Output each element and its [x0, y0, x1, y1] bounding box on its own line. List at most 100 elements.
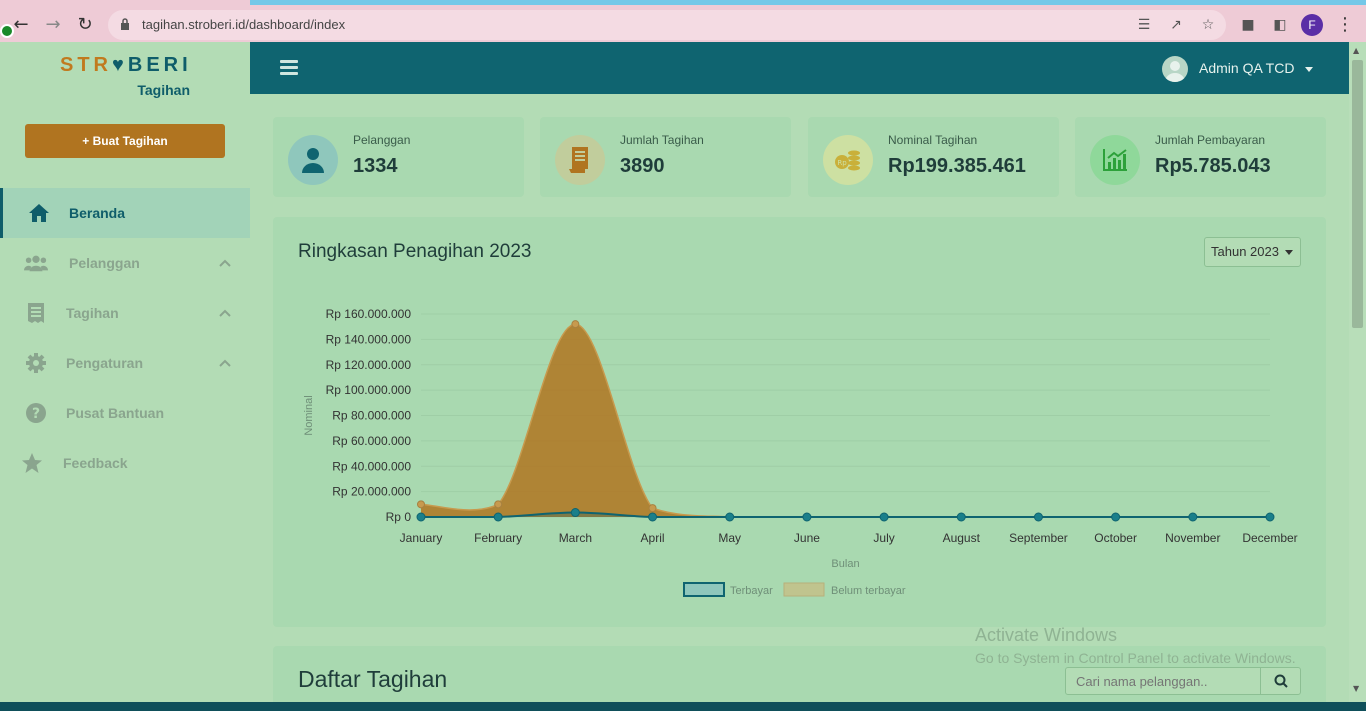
- sidebar: STR♥BERI Tagihan + Buat Tagihan Beranda …: [0, 42, 250, 711]
- series-area-belum-terbayar: [421, 324, 1270, 517]
- browser-toolbar: ← → ↻ tagihan.stroberi.id/dashboard/inde…: [0, 0, 1366, 42]
- sidebar-item-label: Pengaturan: [66, 355, 144, 371]
- windows-activation-title: Activate Windows: [975, 625, 1118, 645]
- sidebar-item-tagihan[interactable]: Tagihan: [0, 288, 250, 338]
- sidebar-item-feedback[interactable]: Feedback: [0, 438, 250, 488]
- data-point: [1188, 512, 1198, 522]
- data-point: [493, 512, 503, 522]
- y-tick-label: Rp 160.000.000: [326, 307, 412, 321]
- avatar[interactable]: [1162, 56, 1188, 82]
- page-scrollbar[interactable]: ▲ ▼: [1349, 42, 1366, 702]
- stat-value: 3890: [620, 155, 665, 177]
- x-tick-label: September: [1009, 531, 1068, 545]
- forward-icon[interactable]: →: [42, 14, 64, 36]
- sidebar-item-label: Pelanggan: [69, 255, 140, 271]
- data-point: [1111, 512, 1121, 522]
- x-tick-label: July: [873, 531, 894, 545]
- stat-card-jumlah-pembayaran: Jumlah Pembayaran Rp5.785.043: [1075, 117, 1326, 197]
- chevron-up-icon[interactable]: [218, 306, 232, 320]
- data-point: [879, 512, 889, 522]
- topbar: Admin QA TCD: [250, 42, 1349, 94]
- hamburger-menu-icon[interactable]: [280, 60, 298, 76]
- reload-icon[interactable]: ↻: [74, 14, 96, 36]
- data-point: [802, 512, 812, 522]
- data-point: [571, 320, 580, 329]
- scroll-up-icon[interactable]: ▲: [1353, 46, 1359, 55]
- billing-chart: Rp 0 Rp 20.000.000 Rp 40.000.000 Rp 60.000.…: [303, 307, 1298, 597]
- summary-panel: Ringkasan Penagihan 2023 Tahun 2023 Rp 0…: [273, 217, 1326, 627]
- y-tick-label: Rp 100.000.000: [326, 383, 412, 397]
- stat-label: Pelanggan: [353, 133, 411, 147]
- y-axis-title: Nominal: [303, 395, 315, 435]
- chevron-up-icon[interactable]: [218, 356, 232, 370]
- y-tick-label: Rp 80.000.000: [332, 409, 411, 423]
- stat-value: Rp5.785.043: [1155, 155, 1271, 177]
- scroll-down-icon[interactable]: ▼: [1353, 684, 1359, 693]
- data-point: [570, 508, 580, 518]
- y-tick-label: Rp 20.000.000: [332, 485, 411, 499]
- y-tick-label: Rp 0: [386, 510, 412, 524]
- data-point: [648, 512, 658, 522]
- x-tick-label: March: [559, 531, 592, 545]
- sidebar-item-label: Tagihan: [66, 305, 119, 321]
- user-icon: [288, 135, 338, 185]
- x-tick-label: June: [794, 531, 820, 545]
- data-point: [494, 500, 503, 509]
- user-menu[interactable]: Admin QA TCD: [1199, 60, 1294, 76]
- create-invoice-button[interactable]: + Buat Tagihan: [25, 124, 225, 158]
- data-point: [416, 512, 426, 522]
- logo-word-right: BERI: [127, 54, 192, 76]
- y-tick-label: Rp 140.000.000: [326, 332, 412, 346]
- x-tick-label: December: [1242, 531, 1297, 545]
- logo-subtitle: Tagihan: [137, 82, 190, 98]
- data-point: [1033, 512, 1043, 522]
- x-tick-label: January: [400, 531, 443, 545]
- legend-label: Terbayar: [730, 585, 773, 597]
- stat-label: Jumlah Tagihan: [620, 133, 704, 147]
- stat-value: 1334: [353, 155, 398, 177]
- sidebar-item-pusat-bantuan[interactable]: ? Pusat Bantuan: [0, 388, 250, 438]
- legend-swatch-belum-terbayar: [783, 582, 825, 597]
- sidebar-item-beranda[interactable]: Beranda: [0, 188, 250, 238]
- stat-value: Rp199.385.461: [888, 155, 1026, 177]
- caret-down-icon[interactable]: [1305, 67, 1313, 72]
- search-icon: [1274, 674, 1288, 688]
- y-tick-label: Rp 120.000.000: [326, 358, 412, 372]
- bookmark-star-icon[interactable]: ☆: [1200, 17, 1216, 33]
- receipt-icon: [24, 301, 48, 325]
- sidebar-item-pelanggan[interactable]: Pelanggan: [0, 238, 250, 288]
- stat-label: Nominal Tagihan: [888, 133, 978, 147]
- home-icon: [27, 201, 51, 225]
- stat-label: Jumlah Pembayaran: [1155, 133, 1266, 147]
- sidepanel-icon[interactable]: ◧: [1272, 17, 1288, 33]
- sidebar-item-label: Pusat Bantuan: [66, 405, 165, 421]
- browser-menu-icon[interactable]: ⋮: [1336, 14, 1354, 36]
- translate-icon[interactable]: ☰: [1136, 17, 1152, 33]
- sidebar-item-pengaturan[interactable]: Pengaturan: [0, 338, 250, 388]
- address-bar[interactable]: tagihan.stroberi.id/dashboard/index: [108, 10, 1226, 40]
- stat-card-nominal-tagihan: Rp Nominal Tagihan Rp199.385.461: [808, 117, 1059, 197]
- share-icon[interactable]: ↗: [1168, 17, 1184, 33]
- x-axis-title: Bulan: [831, 558, 859, 570]
- profile-avatar[interactable]: F: [1301, 14, 1323, 36]
- windows-activation-text: Go to System in Control Panel to activat…: [975, 650, 1296, 666]
- stat-card-jumlah-tagihan: Jumlah Tagihan 3890: [540, 117, 791, 197]
- sidebar-item-label: Beranda: [69, 205, 126, 221]
- x-tick-label: May: [718, 531, 741, 545]
- tab-strip: [250, 0, 1366, 5]
- logo[interactable]: STR♥BERI Tagihan: [60, 54, 195, 104]
- search-input[interactable]: [1066, 668, 1260, 694]
- star-icon: [20, 451, 44, 475]
- y-tick-label: Rp 60.000.000: [332, 434, 411, 448]
- svg-text:?: ?: [32, 406, 40, 422]
- lock-icon: [121, 18, 129, 30]
- strawberry-icon: ♥: [112, 54, 128, 76]
- data-point: [956, 512, 966, 522]
- search-button[interactable]: [1260, 667, 1301, 695]
- chevron-up-icon[interactable]: [218, 256, 232, 270]
- chart-up-icon: [1090, 135, 1140, 185]
- url-text: tagihan.stroberi.id/dashboard/index: [142, 17, 346, 32]
- scrollbar-thumb[interactable]: [1352, 60, 1363, 328]
- customer-search-field[interactable]: [1065, 667, 1261, 695]
- extensions-icon[interactable]: ■: [1240, 17, 1256, 33]
